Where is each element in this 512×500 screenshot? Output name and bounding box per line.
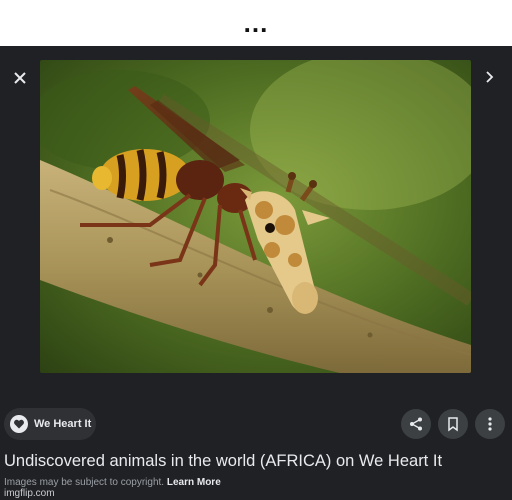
imgflip-watermark: imgflip.com	[4, 488, 55, 499]
caption-text: ...	[243, 8, 269, 38]
main-image[interactable]	[40, 60, 471, 373]
share-button[interactable]	[401, 409, 431, 439]
meme-caption-strip: ...	[0, 0, 512, 46]
close-icon	[14, 72, 26, 84]
hornet-giraffe-photo	[40, 60, 471, 373]
source-site-name: We Heart It	[34, 418, 92, 430]
copyright-notice: Images may be subject to copyright. Lear…	[4, 477, 221, 488]
weheartit-logo-icon	[10, 415, 28, 433]
chevron-right-icon	[486, 71, 494, 83]
more-vertical-icon	[488, 417, 492, 431]
next-image-button[interactable]	[477, 65, 501, 89]
image-viewer-panel: We Heart It Undiscovered animals in the …	[0, 46, 512, 500]
bookmark-icon	[448, 417, 458, 432]
learn-more-link[interactable]: Learn More	[167, 477, 221, 488]
close-button[interactable]	[8, 66, 32, 90]
source-site-chip[interactable]: We Heart It	[4, 408, 96, 440]
share-icon	[410, 417, 422, 431]
save-button[interactable]	[438, 409, 468, 439]
more-options-button[interactable]	[475, 409, 505, 439]
copyright-text: Images may be subject to copyright.	[4, 477, 165, 488]
result-title-link[interactable]: Undiscovered animals in the world (AFRIC…	[4, 452, 510, 471]
